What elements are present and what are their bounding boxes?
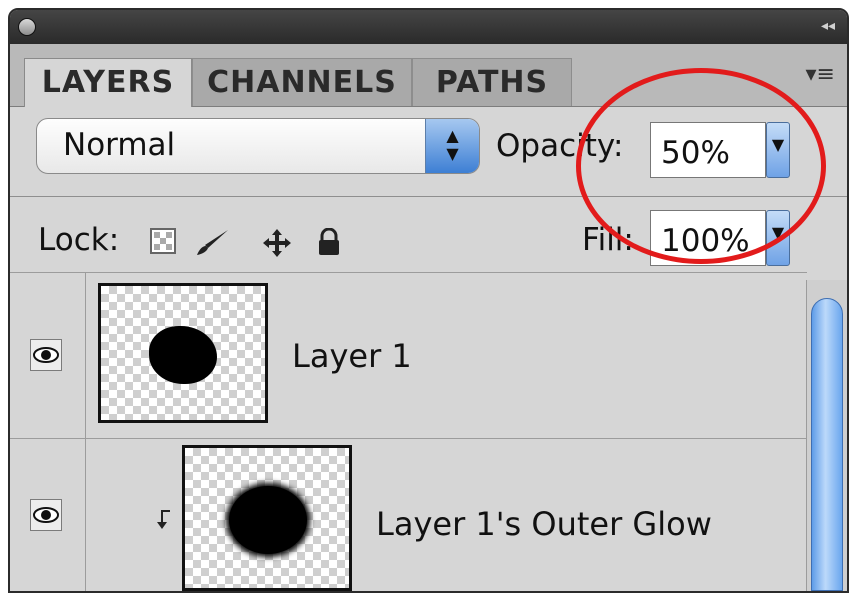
visibility-cell[interactable] [10, 439, 86, 591]
tab-channels[interactable]: CHANNELS [192, 58, 412, 106]
layer-thumbnail[interactable] [98, 283, 268, 423]
eye-icon[interactable] [30, 499, 62, 531]
clipping-arrow-icon [157, 510, 170, 529]
panel-titlebar[interactable]: ◂◂ [10, 10, 847, 44]
layers-panel-window: ◂◂ LAYERS CHANNELS PATHS ▾≡ Normal ▲ ▼ Op… [8, 8, 849, 593]
visibility-cell[interactable] [10, 273, 86, 438]
scrollbar[interactable] [806, 280, 847, 591]
collapse-icon[interactable]: ◂◂ [821, 18, 835, 34]
eye-icon[interactable] [30, 339, 62, 371]
scrollbar-thumb[interactable] [811, 298, 843, 591]
blend-mode-value: Normal [63, 127, 176, 163]
tab-bar: LAYERS CHANNELS PATHS ▾≡ [10, 44, 847, 107]
brush-icon[interactable] [196, 228, 230, 256]
panel-menu-icon[interactable]: ▾≡ [806, 62, 835, 87]
tab-paths[interactable]: PATHS [412, 58, 572, 106]
opacity-dropdown-icon[interactable]: ▼ [766, 122, 790, 178]
fill-field[interactable]: 100% [650, 210, 766, 266]
fill-label: Fill: [582, 222, 634, 258]
layer-thumbnail[interactable] [182, 445, 352, 591]
layer-row[interactable]: Layer 1's Outer Glow [10, 438, 807, 591]
padlock-icon[interactable] [316, 228, 342, 256]
fill-dropdown-icon[interactable]: ▼ [766, 210, 790, 266]
blend-mode-select[interactable]: Normal ▲ ▼ [36, 118, 480, 174]
thumbnail-shape [229, 486, 307, 554]
layer-name[interactable]: Layer 1 [292, 337, 412, 375]
layer-name[interactable]: Layer 1's Outer Glow [376, 505, 712, 543]
move-arrows-icon[interactable] [262, 228, 292, 258]
lock-label: Lock: [38, 222, 120, 258]
tab-layers[interactable]: LAYERS [24, 58, 192, 107]
close-icon[interactable] [18, 18, 36, 36]
divider [10, 196, 847, 197]
opacity-label: Opacity: [496, 128, 624, 164]
thumbnail-shape [149, 326, 217, 384]
lock-transparent-pixels-icon[interactable] [150, 228, 176, 254]
layer-row[interactable]: Layer 1 [10, 272, 807, 438]
up-down-arrows-icon[interactable]: ▲ ▼ [425, 119, 479, 173]
opacity-field[interactable]: 50% [650, 122, 766, 178]
